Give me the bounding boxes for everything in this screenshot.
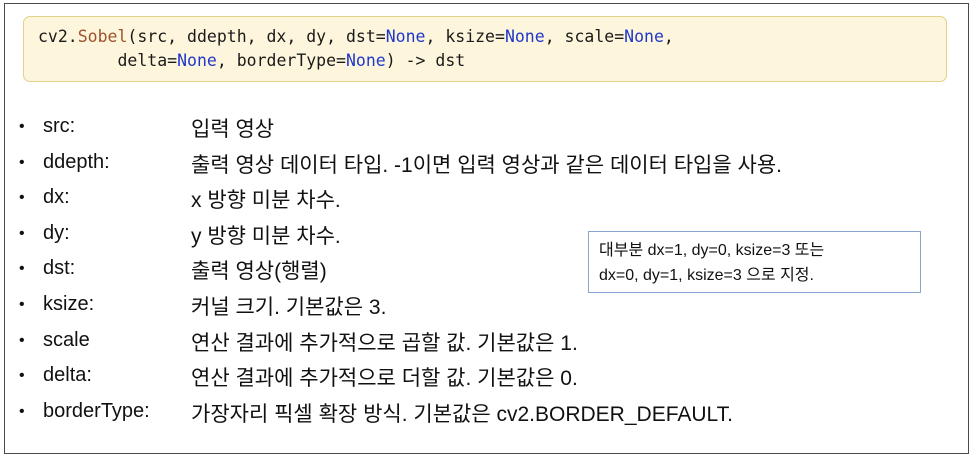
bullet: • [19, 118, 25, 135]
module-name: cv2. [38, 27, 78, 46]
bullet: • [19, 367, 25, 385]
signature-delta: delta= [117, 51, 178, 70]
note-box: 대부분 dx=1, dy=0, ksize=3 또는 dx=0, dy=1, k… [588, 231, 921, 293]
param-desc: 연산 결과에 추가적으로 더할 값. 기본값은 0. [191, 367, 578, 391]
bullet: • [19, 153, 25, 171]
signature-comma: , [663, 27, 674, 46]
bullet: • [19, 224, 25, 242]
signature-bordertype: , borderType= [216, 51, 346, 70]
param-desc: 입력 영상 [191, 118, 275, 141]
function-signature: cv2.Sobel(src, ddepth, dx, dy, dst=None,… [23, 16, 947, 82]
default-none: None [624, 27, 664, 46]
bullet: • [19, 402, 25, 420]
default-none: None [345, 51, 386, 70]
note-line-2: dx=0, dy=1, ksize=3 으로 지정. [599, 267, 814, 284]
signature-return: ) -> dst [385, 51, 466, 70]
param-desc: 출력 영상 데이터 타입. -1이면 입력 영상과 같은 데이터 타입을 사용. [191, 153, 783, 177]
signature-indent [38, 51, 117, 70]
default-none: None [385, 27, 426, 46]
param-name: delta: [43, 364, 92, 387]
default-none: None [504, 27, 545, 46]
param-name: ksize: [43, 292, 95, 315]
param-desc: 가장자리 픽셀 확장 방식. 기본값은 cv2.BORDER_DEFAULT. [191, 402, 733, 426]
param-desc: x 방향 미분 차수. [191, 189, 341, 213]
param-name: ddepth: [43, 150, 110, 173]
param-name: dx: [43, 186, 70, 209]
signature-scale: , scale= [544, 27, 625, 46]
param-desc: 출력 영상(행렬) [191, 260, 327, 284]
default-none: None [177, 51, 217, 70]
note-line-1: 대부분 dx=1, dy=0, ksize=3 또는 [599, 242, 825, 259]
param-name: src: [43, 115, 76, 137]
param-desc: 연산 결과에 추가적으로 곱할 값. 기본값은 1. [191, 331, 578, 355]
function-name: Sobel [77, 27, 128, 46]
slide-frame: cv2.Sobel(src, ddepth, dx, dy, dst=None,… [4, 3, 969, 454]
bullet: • [19, 189, 25, 207]
bullet: • [19, 260, 25, 278]
signature-ksize: , ksize= [425, 27, 505, 46]
signature-args-1: (src, ddepth, dx, dy, dst= [127, 27, 386, 46]
param-name: borderType: [43, 399, 150, 422]
param-name: scale [43, 328, 90, 351]
bullet: • [19, 331, 25, 349]
param-desc: y 방향 미분 차수. [191, 224, 341, 248]
param-desc: 커널 크기. 기본값은 3. [191, 295, 387, 319]
bullet: • [19, 295, 25, 313]
param-name: dst: [43, 257, 76, 280]
param-name: dy: [43, 221, 70, 244]
